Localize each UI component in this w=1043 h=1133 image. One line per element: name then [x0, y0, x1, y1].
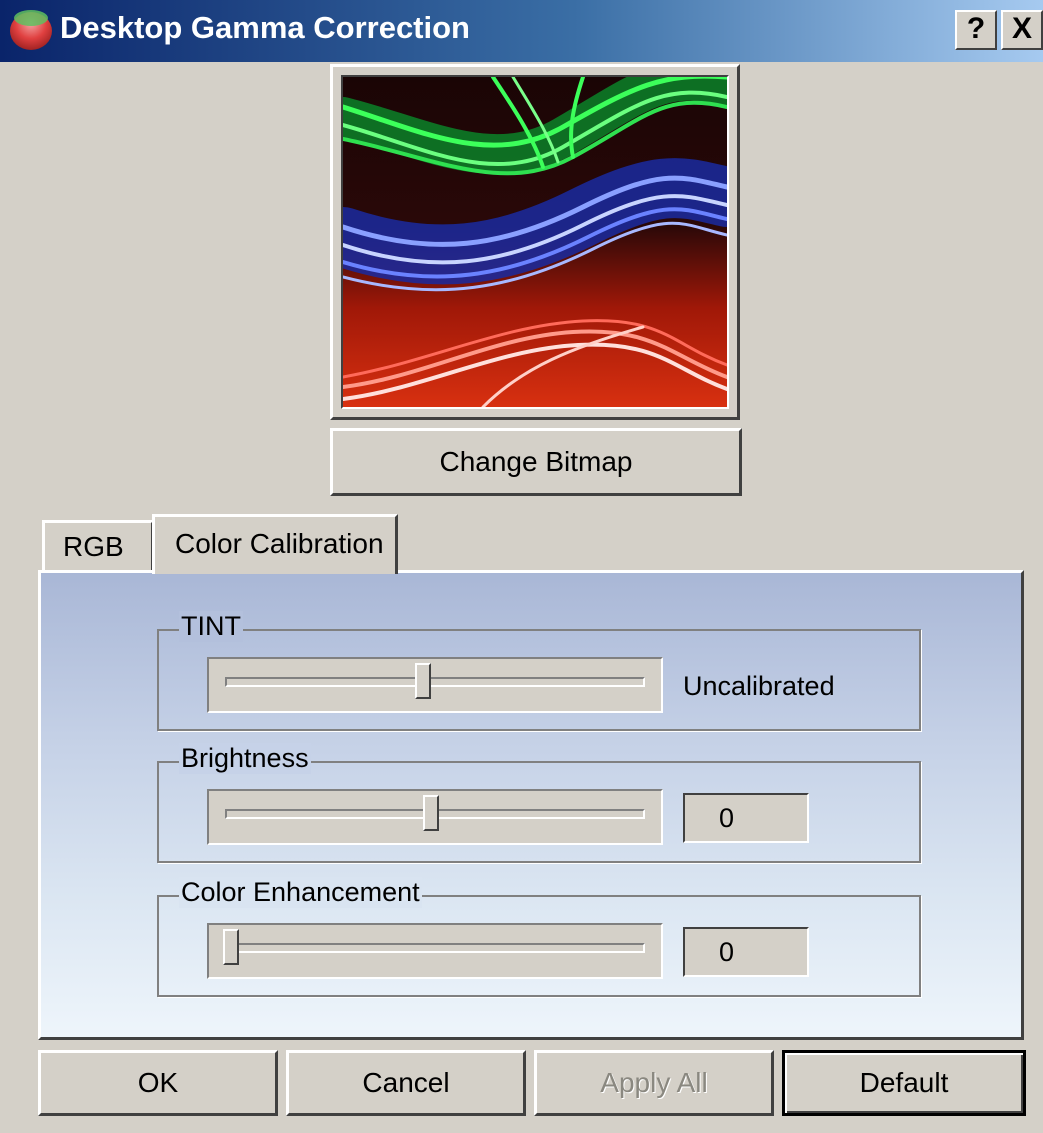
brightness-value: 0	[683, 793, 809, 843]
title-bar: Desktop Gamma Correction ? X	[0, 0, 1043, 62]
ok-button[interactable]: OK	[38, 1050, 278, 1116]
tint-slider[interactable]	[207, 657, 663, 713]
slider-thumb[interactable]	[223, 929, 239, 965]
preview-image	[341, 75, 729, 409]
tab-color-calibration[interactable]: Color Calibration	[152, 514, 398, 574]
brightness-label: Brightness	[179, 743, 311, 774]
color-enhancement-group: Color Enhancement 0	[157, 877, 921, 997]
tint-label: TINT	[179, 611, 243, 642]
help-button[interactable]: ?	[955, 10, 997, 50]
default-button[interactable]: Default	[782, 1050, 1026, 1116]
apply-all-button[interactable]: Apply All	[534, 1050, 774, 1116]
slider-track	[225, 943, 645, 953]
tint-status: Uncalibrated	[683, 671, 835, 701]
color-enhancement-slider[interactable]	[207, 923, 663, 979]
brightness-slider[interactable]	[207, 789, 663, 845]
brightness-group: Brightness 0	[157, 743, 921, 863]
color-enhancement-label: Color Enhancement	[179, 877, 422, 908]
change-bitmap-button[interactable]: Change Bitmap	[330, 428, 742, 496]
bitmap-preview	[330, 64, 740, 420]
tint-group: TINT Uncalibrated	[157, 611, 921, 731]
color-calibration-panel: TINT Uncalibrated Brightness 0 Color Enh…	[38, 570, 1024, 1040]
cancel-button[interactable]: Cancel	[286, 1050, 526, 1116]
gamma-ball-icon	[10, 10, 52, 50]
slider-thumb[interactable]	[414, 663, 431, 699]
slider-thumb[interactable]	[422, 795, 439, 831]
slider-track	[225, 677, 645, 687]
tab-rgb[interactable]: RGB	[42, 520, 154, 570]
window-title: Desktop Gamma Correction	[60, 10, 470, 45]
close-button[interactable]: X	[1001, 10, 1043, 50]
color-enhancement-value: 0	[683, 927, 809, 977]
